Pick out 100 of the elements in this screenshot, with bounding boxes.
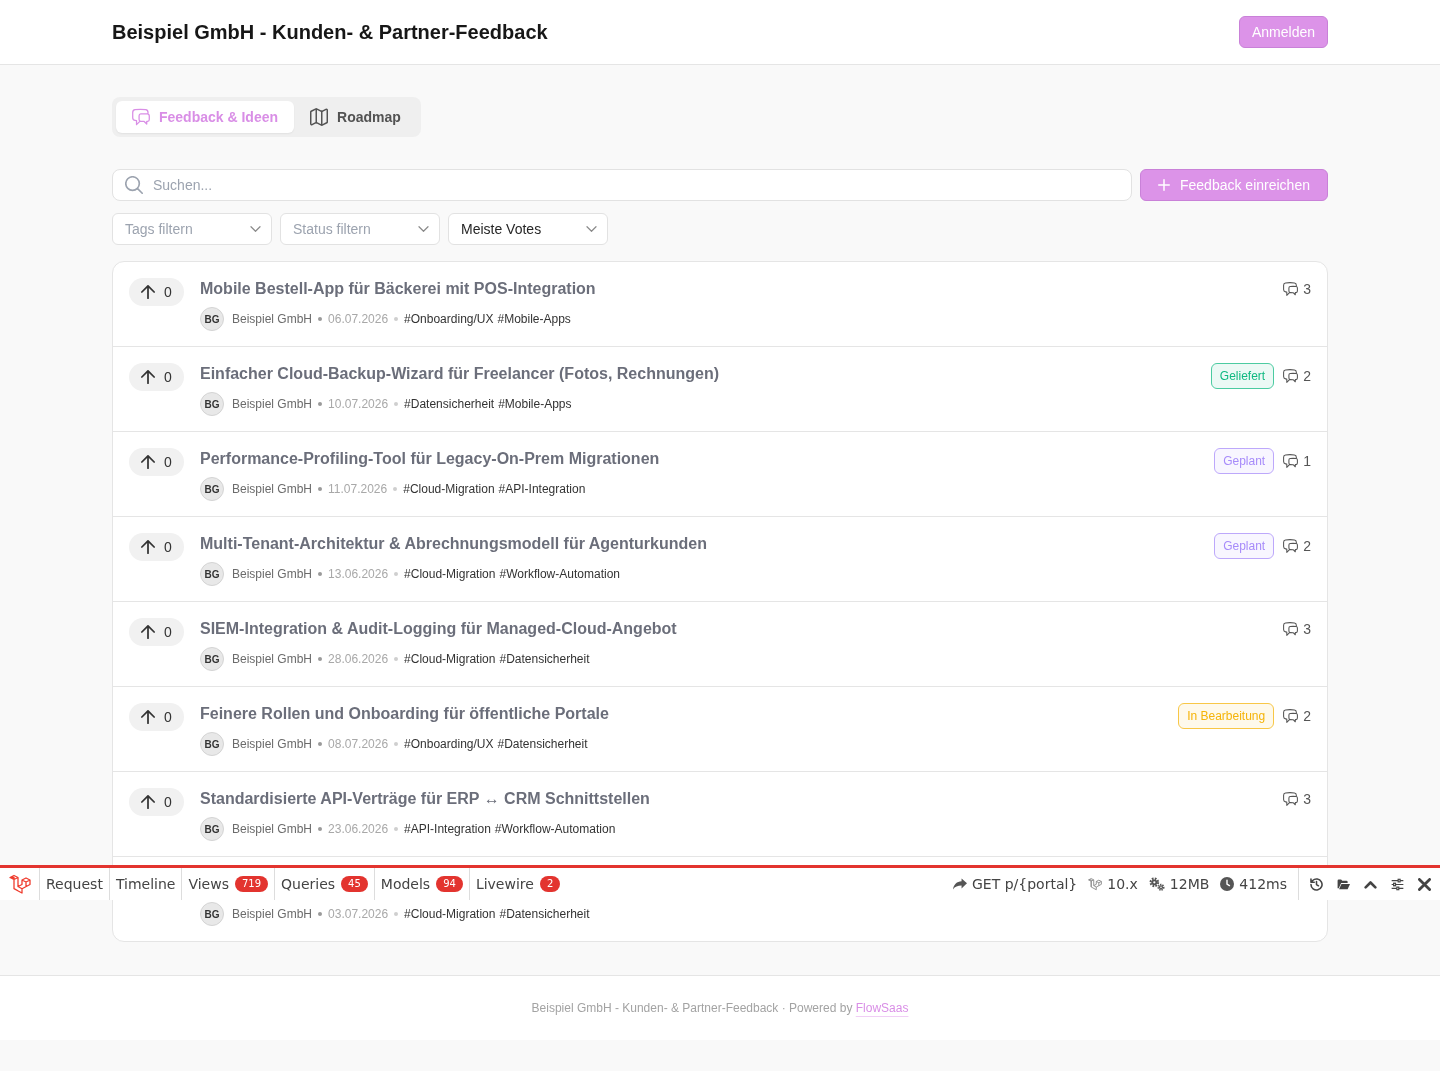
arrow-up-icon	[141, 625, 155, 639]
debug-tab[interactable]: Models 94	[374, 868, 470, 900]
avatar: BG	[200, 562, 224, 586]
status-badge: Geliefert	[1210, 363, 1275, 389]
comment-count: 3	[1303, 620, 1311, 639]
bullet-icon	[318, 572, 323, 576]
comment-count: 2	[1303, 367, 1311, 386]
hashtag: #Datensicherheit	[499, 907, 590, 921]
author-name: Beispiel GmbH	[232, 567, 313, 581]
chat-bubbles-icon	[1283, 282, 1299, 296]
share-arrow-icon	[953, 877, 967, 891]
avatar: BG	[200, 902, 224, 926]
feedback-title[interactable]: Mobile Bestell-App für Bäckerei mit POS-Integration	[200, 278, 596, 300]
upvote-button[interactable]: 0	[129, 278, 184, 306]
chevron-down-icon	[418, 226, 429, 232]
route-text: GET p/{portal}	[972, 876, 1078, 892]
count-badge: 2	[539, 876, 561, 892]
arrow-up-icon	[141, 370, 155, 384]
avatar: BG	[200, 732, 224, 756]
chat-bubbles-icon	[1283, 369, 1299, 383]
status-badge: In Bearbeitung	[1178, 703, 1275, 729]
search-icon	[125, 176, 143, 194]
chat-bubbles-icon	[1283, 622, 1299, 636]
hashtag: #Mobile-Apps	[497, 312, 571, 326]
hashtag: #Datensicherheit	[497, 737, 588, 751]
bullet-icon	[318, 487, 323, 491]
author-name: Beispiel GmbH	[232, 737, 313, 751]
arrow-up-icon	[141, 285, 155, 299]
upvote-button[interactable]: 0	[129, 788, 184, 816]
search-field[interactable]: Suchen...	[112, 169, 1132, 201]
upvote-button[interactable]: 0	[129, 618, 184, 646]
bullet-icon	[394, 402, 399, 406]
bullet-icon	[318, 912, 323, 916]
author-name: Beispiel GmbH	[232, 482, 313, 496]
chat-bubbles-icon	[1283, 539, 1299, 553]
arrow-up-icon	[141, 540, 155, 554]
bullet-icon	[394, 742, 399, 746]
chat-bubbles-icon	[132, 108, 150, 126]
hashtag: #API-Integration	[498, 482, 586, 496]
upvote-button[interactable]: 0	[129, 533, 184, 561]
debug-tab[interactable]: Views 719	[182, 868, 276, 900]
post-date: 11.07.2026	[328, 482, 388, 496]
filter-dropdown[interactable]: Meiste Votes	[448, 213, 608, 245]
post-date: 03.07.2026	[328, 907, 389, 921]
cube-stack-icon	[1088, 877, 1103, 891]
bullet-icon	[394, 912, 399, 916]
chevron-down-icon	[250, 226, 261, 232]
nav-tab[interactable]: Roadmap	[294, 101, 417, 133]
comment-count: 3	[1303, 280, 1311, 299]
hashtag: #Cloud-Migration	[404, 907, 496, 921]
arrow-up-icon	[141, 795, 155, 809]
feedback-title[interactable]: Performance-Profiling-Tool für Legacy-On-Prem Migrationen	[200, 448, 660, 470]
feedback-title[interactable]: Einfacher Cloud-Backup-Wizard für Freelancer (Fotos, Rechnungen)	[200, 363, 720, 385]
hashtag: #Onboarding/UX	[404, 737, 494, 751]
bullet-icon	[394, 317, 399, 321]
post-date: 13.06.2026	[328, 567, 389, 581]
gears-icon	[1148, 877, 1165, 891]
avatar: BG	[200, 647, 224, 671]
status-badge: Geplant	[1214, 448, 1275, 474]
post-date: 23.06.2026	[328, 822, 389, 836]
avatar: BG	[200, 392, 224, 416]
chevron-down-icon	[586, 226, 597, 232]
feedback-title[interactable]: SIEM-Integration & Audit-Logging für Managed-Cloud-Angebot	[200, 618, 677, 640]
bullet-icon	[318, 657, 323, 661]
arrow-up-icon	[141, 455, 155, 469]
author-name: Beispiel GmbH	[232, 907, 313, 921]
debug-tab[interactable]: Queries 45	[275, 868, 375, 900]
hashtag: #Cloud-Migration	[403, 482, 495, 496]
arrow-up-icon	[141, 710, 155, 724]
feedback-title[interactable]: Feinere Rollen und Onboarding für öffentliche Portale	[200, 703, 609, 725]
debug-tab[interactable]: Request	[40, 868, 110, 900]
chat-bubbles-icon	[1283, 792, 1299, 806]
upvote-button[interactable]: 0	[129, 703, 184, 731]
bullet-icon	[318, 317, 323, 321]
hashtag: #API-Integration	[404, 822, 491, 836]
map-icon	[310, 108, 329, 126]
post-date: 28.06.2026	[328, 652, 389, 666]
bullet-icon	[394, 657, 399, 661]
bullet-icon	[393, 487, 398, 491]
count-badge: 45	[341, 876, 368, 892]
hashtag: #Workflow-Automation	[494, 822, 616, 836]
hashtag: #Cloud-Migration	[404, 652, 496, 666]
feedback-title[interactable]: Multi-Tenant-Architektur & Abrechnungsmodell für Agenturkunden	[200, 533, 707, 555]
upvote-button[interactable]: 0	[129, 448, 184, 476]
feedback-title[interactable]: Standardisierte API-Verträge für ERP ↔ CRM Schnittstellen	[200, 788, 650, 810]
chat-bubbles-icon	[1283, 709, 1299, 723]
comment-count: 2	[1303, 707, 1311, 726]
author-name: Beispiel GmbH	[232, 652, 313, 666]
debug-tab[interactable]: Timeline	[109, 868, 183, 900]
hashtag: #Onboarding/UX	[404, 312, 494, 326]
avatar: BG	[200, 307, 224, 331]
bullet-icon	[394, 827, 399, 831]
post-date: 06.07.2026	[328, 312, 389, 326]
bullet-icon	[394, 572, 399, 576]
bullet-icon	[318, 742, 323, 746]
debug-tab[interactable]: Livewire 2	[469, 868, 567, 900]
count-badge: 719	[234, 876, 269, 892]
post-date: 10.07.2026	[328, 397, 389, 411]
upvote-button[interactable]: 0	[129, 363, 184, 391]
author-name: Beispiel GmbH	[232, 397, 313, 411]
